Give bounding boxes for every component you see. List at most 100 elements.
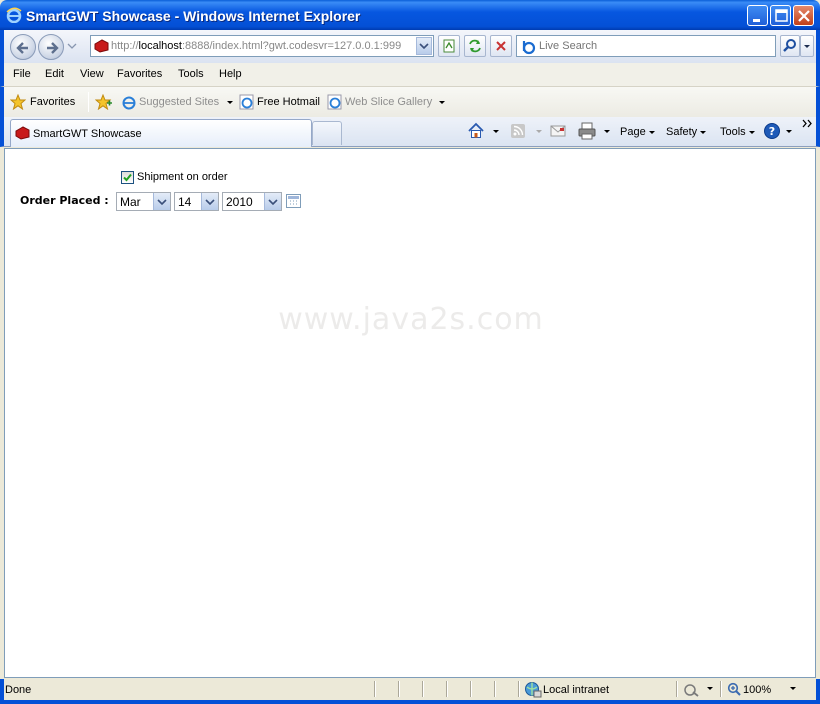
minimize-button[interactable] — [747, 5, 768, 26]
print-icon[interactable] — [577, 122, 597, 140]
web-slice-gallery-label: Web Slice Gallery — [345, 96, 433, 108]
menu-favorites[interactable]: Favorites — [117, 68, 162, 80]
shipment-checkbox[interactable] — [121, 171, 134, 184]
refresh-icon — [469, 39, 481, 53]
day-value: 14 — [178, 195, 192, 209]
magnifier-icon — [783, 39, 796, 52]
ie-icon — [6, 7, 22, 23]
help-caret-icon[interactable] — [786, 130, 792, 133]
year-value: 2010 — [226, 195, 253, 209]
star-icon — [10, 94, 26, 110]
chevron-more-icon[interactable] — [802, 119, 814, 129]
ie-page-icon — [122, 96, 136, 110]
menu-help[interactable]: Help — [219, 68, 242, 80]
year-dropdown-button[interactable] — [264, 193, 281, 210]
favorites-label: Favorites — [30, 96, 76, 108]
home-icon[interactable] — [467, 122, 485, 140]
zoom-magnifier-icon — [727, 682, 741, 696]
zoom-caret-icon — [790, 687, 796, 690]
chevron-down-icon — [205, 199, 215, 206]
shipment-checkbox-label: Shipment on order — [137, 171, 228, 183]
stop-button[interactable] — [490, 35, 512, 57]
fav-item-web-slice-gallery[interactable]: Web Slice Gallery — [327, 92, 445, 112]
new-tab-button[interactable] — [312, 121, 342, 145]
search-box[interactable] — [516, 35, 776, 57]
live-search-logo-icon — [522, 41, 536, 55]
stop-icon — [496, 41, 506, 51]
tools-caret-icon — [748, 130, 755, 134]
month-select[interactable]: Mar — [116, 192, 171, 211]
status-separator — [720, 681, 722, 697]
home-caret-icon[interactable] — [493, 130, 499, 133]
intranet-globe-icon — [525, 682, 542, 698]
tools-menu-button[interactable]: Tools — [720, 126, 755, 138]
title-bar: SmartGWT Showcase - Windows Internet Exp… — [0, 0, 820, 30]
zoom-button[interactable]: 100% — [727, 680, 797, 698]
order-placed-label: Order Placed : — [20, 194, 109, 207]
help-icon[interactable]: ? — [763, 122, 781, 140]
compatibility-view-button[interactable] — [438, 35, 460, 57]
calendar-icon — [288, 196, 299, 205]
status-separator — [470, 681, 472, 697]
protected-mode-icon[interactable] — [683, 683, 701, 697]
month-value: Mar — [120, 195, 141, 209]
feeds-caret-icon[interactable] — [536, 130, 542, 133]
gwt-page-icon — [94, 39, 109, 53]
ie-page-icon — [239, 94, 254, 110]
feeds-icon[interactable] — [510, 123, 526, 139]
month-dropdown-button[interactable] — [153, 193, 170, 210]
menu-file[interactable]: File — [13, 68, 31, 80]
gwt-page-icon — [15, 126, 30, 140]
date-picker-button[interactable] — [286, 194, 301, 208]
forward-button[interactable] — [38, 34, 64, 60]
search-button[interactable] — [780, 35, 800, 57]
fav-item-suggested-sites[interactable]: Suggested Sites — [121, 92, 233, 112]
menu-view[interactable]: View — [80, 68, 104, 80]
status-separator — [676, 681, 678, 697]
search-input[interactable] — [539, 38, 769, 54]
tab-label: SmartGWT Showcase — [33, 128, 142, 140]
close-button[interactable] — [793, 5, 814, 26]
day-dropdown-button[interactable] — [201, 193, 218, 210]
add-to-favorites-icon[interactable] — [95, 94, 113, 110]
read-mail-icon[interactable] — [550, 124, 566, 138]
refresh-button[interactable] — [464, 35, 486, 57]
maximize-button[interactable] — [770, 5, 791, 26]
print-caret-icon[interactable] — [604, 130, 610, 133]
recent-pages-dropdown-icon[interactable] — [67, 43, 77, 51]
checkmark-icon — [123, 173, 132, 182]
back-button[interactable] — [10, 34, 36, 60]
year-select[interactable]: 2010 — [222, 192, 282, 211]
protected-mode-caret-icon[interactable] — [707, 687, 713, 690]
status-separator — [446, 681, 448, 697]
close-icon — [798, 10, 810, 22]
back-arrow-icon — [16, 42, 28, 54]
chevron-down-icon — [419, 43, 429, 50]
suggested-sites-caret-icon — [227, 101, 233, 104]
watermark-text: www.java2s.com — [278, 302, 544, 337]
tab-row: SmartGWT Showcase Page Safety Tools ? — [0, 117, 820, 147]
address-bar[interactable]: http://localhost:8888/index.html?gwt.cod… — [90, 35, 434, 57]
menu-edit[interactable]: Edit — [45, 68, 64, 80]
day-select[interactable]: 14 — [174, 192, 219, 211]
menu-tools[interactable]: Tools — [178, 68, 204, 80]
window-title: SmartGWT Showcase - Windows Internet Exp… — [26, 8, 361, 24]
forward-arrow-icon — [47, 42, 59, 54]
safety-menu-button[interactable]: Safety — [666, 126, 707, 138]
fav-item-free-hotmail[interactable]: Free Hotmail — [239, 92, 323, 112]
favorites-button[interactable]: Favorites — [9, 92, 83, 112]
toolbar-separator — [88, 92, 89, 112]
tab-smartgwt-showcase[interactable]: SmartGWT Showcase — [10, 119, 312, 147]
tools-menu-label: Tools — [720, 126, 746, 138]
status-separator — [374, 681, 376, 697]
search-options-button[interactable] — [800, 35, 814, 57]
url-prefix: http:// — [111, 40, 139, 52]
address-dropdown-button[interactable] — [416, 37, 432, 55]
zoom-level: 100% — [743, 684, 772, 696]
page-menu-label: Page — [620, 126, 646, 138]
favorites-bar: Favorites Suggested Sites Free Hotmail W… — [0, 87, 820, 117]
status-text: Done — [5, 684, 32, 696]
page-menu-button[interactable]: Page — [620, 126, 655, 138]
menu-bar: File Edit View Favorites Tools Help — [0, 63, 820, 87]
status-separator — [518, 681, 520, 697]
